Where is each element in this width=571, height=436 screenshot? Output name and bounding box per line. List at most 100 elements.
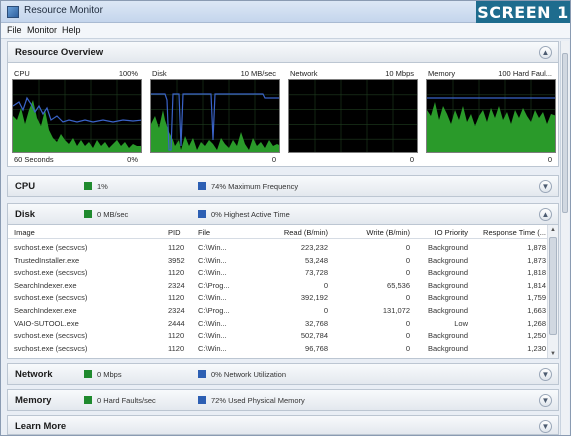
window-scrollbar[interactable] [560,41,569,435]
table-cell: svchost.exe (secsvcs) [14,268,88,278]
memory-used: 72% Used Physical Memory [211,396,305,405]
memory-graph-label: Memory [428,69,456,78]
table-cell: 0 [405,343,410,353]
table-row[interactable]: TrustedInstaller.exe 3952 C:\Win... 53,248 0… [8,254,548,266]
scroll-down-icon[interactable]: ▼ [548,349,558,358]
table-row[interactable]: VAIO-SUTOOL.exe 2444 C:\Win... 32,768 0 Low 1,… [8,317,548,329]
col-response-time[interactable]: Response Time (... [470,228,546,237]
scroll-up-icon[interactable]: ▲ [548,225,558,235]
collapse-icon[interactable]: ▲ [539,46,552,59]
cpu-graph-label: CPU [14,69,30,78]
screen-badge: SCREEN 1 [476,1,570,25]
resource-monitor-window: Resource Monitor SCREEN 1 File Monitor H… [0,0,571,436]
cpu-title: CPU [15,181,36,192]
table-cell: TrustedInstaller.exe [14,255,80,265]
table-cell: C:\Win... [198,318,227,328]
table-cell: 1,759 [527,293,546,303]
table-cell: 131,072 [382,306,410,315]
table-cell: 223,232 [300,243,328,252]
table-row[interactable]: svchost.exe (secsvcs) 1120 C:\Win... 96,768… [8,342,548,354]
disk-graph-label: Disk [152,69,167,78]
table-row[interactable]: svchost.exe (secsvcs) 1120 C:\Win... 223,23… [8,241,548,253]
table-row[interactable]: SearchIndexer.exe 2324 C:\Prog... 0 65,536 Ba… [8,279,548,291]
disk-header[interactable]: Disk 0 MB/sec 0% Highest Active Time ▲ [7,203,559,225]
table-cell: 0 [323,306,328,315]
window-scroll-thumb[interactable] [562,53,568,213]
network-header[interactable]: Network 0 Mbps 0% Network Utilization ▼ [7,363,559,385]
learn-more-header[interactable]: Learn More ▼ [7,415,559,435]
expand-icon[interactable]: ▼ [539,368,552,381]
table-row[interactable]: svchost.exe (secsvcs) 1120 C:\Win... 73,728… [8,266,548,278]
table-cell: 2444 [168,318,185,328]
cpu-graph-min: 0% [127,155,138,164]
memory-title: Memory [15,395,52,406]
table-cell: Background [427,306,468,315]
table-cell: C:\Win... [198,255,227,265]
table-cell: 1,250 [527,331,546,341]
expand-icon[interactable]: ▼ [539,180,552,193]
expand-icon[interactable]: ▼ [539,420,552,433]
col-file[interactable]: File [198,228,210,237]
table-cell: 1,230 [527,343,546,353]
table-cell: 0 [405,243,410,252]
table-cell: 1120 [168,343,185,353]
table-row[interactable]: SearchIndexer.exe 2324 C:\Prog... 0 131,072 B… [8,304,548,316]
menu-monitor[interactable]: Monitor [27,25,57,35]
cpu-graph-canvas [12,79,142,153]
overview-graphs: CPU 100% 60 Seconds 0% Disk 10 MB/sec 0 … [7,63,559,167]
table-cell: 3952 [168,255,185,265]
table-cell: 0 [405,331,410,341]
col-read[interactable]: Read (B/min) [248,228,328,237]
network-title: Network [15,369,53,380]
disk-graph-canvas [150,79,280,153]
disk-rate: 0 MB/sec [97,210,129,219]
cpu-graph-timespan: 60 Seconds [14,155,54,164]
table-cell: 1,818 [527,268,546,278]
table-cell: svchost.exe (secsvcs) [14,331,88,341]
overview-header[interactable]: Resource Overview ▲ [7,41,559,63]
cpu-graph: CPU 100% 60 Seconds 0% [12,67,142,165]
col-image[interactable]: Image [14,228,35,237]
cpu-usage-swatch [84,182,92,190]
app-icon [7,6,19,18]
col-io-priority[interactable]: IO Priority [412,228,468,237]
menu-bar: File Monitor Help [1,23,570,39]
table-cell: C:\Win... [198,268,227,278]
table-row[interactable]: svchost.exe (secsvcs) 1120 C:\Win... 392,19… [8,291,548,303]
disk-active-swatch [198,210,206,218]
memory-header[interactable]: Memory 0 Hard Faults/sec 72% Used Physic… [7,389,559,411]
disk-scrollbar[interactable]: ▲ ▼ [547,225,558,358]
table-cell: svchost.exe (secsvcs) [14,293,88,303]
expand-icon[interactable]: ▼ [539,394,552,407]
learn-more-title: Learn More [15,421,67,432]
collapse-icon[interactable]: ▲ [539,208,552,221]
table-cell: 53,248 [305,255,328,265]
table-cell: C:\Win... [198,243,227,252]
table-cell: Background [427,293,468,303]
col-write[interactable]: Write (B/min) [330,228,410,237]
table-cell: 96,768 [305,343,328,353]
table-cell: C:\Prog... [198,306,230,315]
menu-file[interactable]: File [7,25,22,35]
memory-graph-canvas [426,79,556,153]
table-row[interactable]: svchost.exe (secsvcs) 1120 C:\Win... 502,78… [8,329,548,341]
disk-active-time: 0% Highest Active Time [211,210,290,219]
table-cell: 1,814 [527,280,546,290]
cpu-graph-max: 100% [118,69,138,78]
menu-help[interactable]: Help [62,25,81,35]
memory-graph-max: 100 Hard Faul... [498,69,552,78]
table-cell: 0 [405,318,410,328]
disk-table: Image PID File Read (B/min) Write (B/min… [7,225,559,359]
table-cell: 1,873 [527,255,546,265]
disk-graph-max: 10 MB/sec [240,69,276,78]
disk-graph-min: 0 [271,155,276,164]
table-cell: 1,268 [527,318,546,328]
cpu-header[interactable]: CPU 1% 74% Maximum Frequency ▼ [7,175,559,197]
table-cell: C:\Win... [198,331,227,341]
table-cell: 1120 [168,268,185,278]
scroll-thumb[interactable] [549,237,557,335]
col-pid[interactable]: PID [168,228,181,237]
network-util-swatch [198,370,206,378]
memory-used-swatch [198,396,206,404]
memory-hard-faults: 0 Hard Faults/sec [97,396,156,405]
